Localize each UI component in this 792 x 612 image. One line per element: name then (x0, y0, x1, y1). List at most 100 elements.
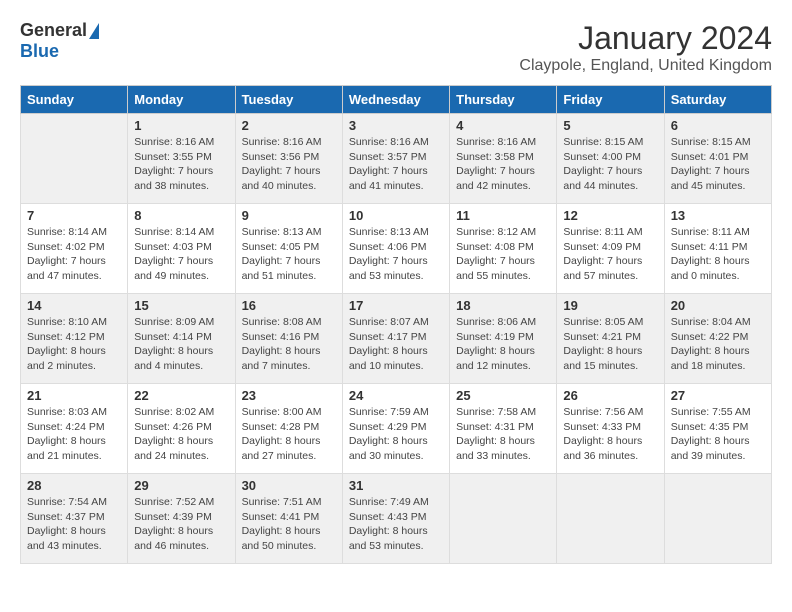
day-info: Sunrise: 8:13 AMSunset: 4:05 PMDaylight:… (242, 225, 336, 284)
calendar-cell: 16 Sunrise: 8:08 AMSunset: 4:16 PMDaylig… (235, 294, 342, 384)
calendar-cell: 11 Sunrise: 8:12 AMSunset: 4:08 PMDaylig… (450, 204, 557, 294)
calendar-cell (664, 474, 771, 564)
calendar-cell: 24 Sunrise: 7:59 AMSunset: 4:29 PMDaylig… (342, 384, 449, 474)
calendar-cell: 2 Sunrise: 8:16 AMSunset: 3:56 PMDayligh… (235, 114, 342, 204)
day-number: 25 (456, 388, 550, 403)
calendar-cell: 8 Sunrise: 8:14 AMSunset: 4:03 PMDayligh… (128, 204, 235, 294)
day-number: 10 (349, 208, 443, 223)
day-number: 14 (27, 298, 121, 313)
day-info: Sunrise: 7:58 AMSunset: 4:31 PMDaylight:… (456, 405, 550, 464)
day-info: Sunrise: 8:16 AMSunset: 3:56 PMDaylight:… (242, 135, 336, 194)
day-number: 18 (456, 298, 550, 313)
calendar-cell: 3 Sunrise: 8:16 AMSunset: 3:57 PMDayligh… (342, 114, 449, 204)
logo-icon (89, 23, 99, 39)
calendar-week-row: 1 Sunrise: 8:16 AMSunset: 3:55 PMDayligh… (21, 114, 772, 204)
day-number: 1 (134, 118, 228, 133)
day-info: Sunrise: 8:05 AMSunset: 4:21 PMDaylight:… (563, 315, 657, 374)
day-number: 20 (671, 298, 765, 313)
day-info: Sunrise: 8:14 AMSunset: 4:02 PMDaylight:… (27, 225, 121, 284)
calendar-cell: 29 Sunrise: 7:52 AMSunset: 4:39 PMDaylig… (128, 474, 235, 564)
day-number: 17 (349, 298, 443, 313)
calendar-cell: 19 Sunrise: 8:05 AMSunset: 4:21 PMDaylig… (557, 294, 664, 384)
day-info: Sunrise: 8:15 AMSunset: 4:01 PMDaylight:… (671, 135, 765, 194)
day-info: Sunrise: 7:49 AMSunset: 4:43 PMDaylight:… (349, 495, 443, 554)
day-number: 16 (242, 298, 336, 313)
day-info: Sunrise: 8:16 AMSunset: 3:55 PMDaylight:… (134, 135, 228, 194)
day-number: 24 (349, 388, 443, 403)
calendar-table: Sunday Monday Tuesday Wednesday Thursday… (20, 85, 772, 564)
day-number: 9 (242, 208, 336, 223)
calendar-cell: 25 Sunrise: 7:58 AMSunset: 4:31 PMDaylig… (450, 384, 557, 474)
day-number: 30 (242, 478, 336, 493)
calendar-cell: 4 Sunrise: 8:16 AMSunset: 3:58 PMDayligh… (450, 114, 557, 204)
day-number: 22 (134, 388, 228, 403)
calendar-cell: 1 Sunrise: 8:16 AMSunset: 3:55 PMDayligh… (128, 114, 235, 204)
day-number: 19 (563, 298, 657, 313)
calendar-cell: 7 Sunrise: 8:14 AMSunset: 4:02 PMDayligh… (21, 204, 128, 294)
calendar-cell: 20 Sunrise: 8:04 AMSunset: 4:22 PMDaylig… (664, 294, 771, 384)
day-info: Sunrise: 8:07 AMSunset: 4:17 PMDaylight:… (349, 315, 443, 374)
calendar-week-row: 14 Sunrise: 8:10 AMSunset: 4:12 PMDaylig… (21, 294, 772, 384)
header: General Blue January 2024 Claypole, Engl… (20, 20, 772, 75)
calendar-cell: 6 Sunrise: 8:15 AMSunset: 4:01 PMDayligh… (664, 114, 771, 204)
calendar-cell: 17 Sunrise: 8:07 AMSunset: 4:17 PMDaylig… (342, 294, 449, 384)
day-info: Sunrise: 8:14 AMSunset: 4:03 PMDaylight:… (134, 225, 228, 284)
calendar-cell: 21 Sunrise: 8:03 AMSunset: 4:24 PMDaylig… (21, 384, 128, 474)
day-info: Sunrise: 8:00 AMSunset: 4:28 PMDaylight:… (242, 405, 336, 464)
calendar-cell: 9 Sunrise: 8:13 AMSunset: 4:05 PMDayligh… (235, 204, 342, 294)
day-number: 7 (27, 208, 121, 223)
calendar-cell: 18 Sunrise: 8:06 AMSunset: 4:19 PMDaylig… (450, 294, 557, 384)
calendar-cell (21, 114, 128, 204)
col-monday: Monday (128, 86, 235, 114)
calendar-cell (450, 474, 557, 564)
calendar-cell: 28 Sunrise: 7:54 AMSunset: 4:37 PMDaylig… (21, 474, 128, 564)
day-number: 5 (563, 118, 657, 133)
calendar-cell: 15 Sunrise: 8:09 AMSunset: 4:14 PMDaylig… (128, 294, 235, 384)
day-info: Sunrise: 8:03 AMSunset: 4:24 PMDaylight:… (27, 405, 121, 464)
day-info: Sunrise: 7:52 AMSunset: 4:39 PMDaylight:… (134, 495, 228, 554)
day-info: Sunrise: 8:06 AMSunset: 4:19 PMDaylight:… (456, 315, 550, 374)
day-info: Sunrise: 8:12 AMSunset: 4:08 PMDaylight:… (456, 225, 550, 284)
day-number: 8 (134, 208, 228, 223)
day-info: Sunrise: 7:59 AMSunset: 4:29 PMDaylight:… (349, 405, 443, 464)
col-sunday: Sunday (21, 86, 128, 114)
calendar-cell (557, 474, 664, 564)
calendar-week-row: 7 Sunrise: 8:14 AMSunset: 4:02 PMDayligh… (21, 204, 772, 294)
day-info: Sunrise: 8:16 AMSunset: 3:58 PMDaylight:… (456, 135, 550, 194)
col-thursday: Thursday (450, 86, 557, 114)
day-number: 26 (563, 388, 657, 403)
col-wednesday: Wednesday (342, 86, 449, 114)
day-number: 3 (349, 118, 443, 133)
calendar-cell: 14 Sunrise: 8:10 AMSunset: 4:12 PMDaylig… (21, 294, 128, 384)
col-friday: Friday (557, 86, 664, 114)
day-number: 12 (563, 208, 657, 223)
day-info: Sunrise: 8:04 AMSunset: 4:22 PMDaylight:… (671, 315, 765, 374)
day-number: 23 (242, 388, 336, 403)
day-number: 31 (349, 478, 443, 493)
day-number: 28 (27, 478, 121, 493)
day-number: 4 (456, 118, 550, 133)
day-number: 13 (671, 208, 765, 223)
day-info: Sunrise: 8:15 AMSunset: 4:00 PMDaylight:… (563, 135, 657, 194)
day-number: 27 (671, 388, 765, 403)
day-info: Sunrise: 8:11 AMSunset: 4:11 PMDaylight:… (671, 225, 765, 284)
calendar-cell: 5 Sunrise: 8:15 AMSunset: 4:00 PMDayligh… (557, 114, 664, 204)
logo: General Blue (20, 20, 99, 62)
day-info: Sunrise: 7:55 AMSunset: 4:35 PMDaylight:… (671, 405, 765, 464)
calendar-cell: 23 Sunrise: 8:00 AMSunset: 4:28 PMDaylig… (235, 384, 342, 474)
calendar-cell: 27 Sunrise: 7:55 AMSunset: 4:35 PMDaylig… (664, 384, 771, 474)
header-row: Sunday Monday Tuesday Wednesday Thursday… (21, 86, 772, 114)
calendar-cell: 30 Sunrise: 7:51 AMSunset: 4:41 PMDaylig… (235, 474, 342, 564)
calendar-subtitle: Claypole, England, United Kingdom (519, 57, 772, 75)
day-info: Sunrise: 8:02 AMSunset: 4:26 PMDaylight:… (134, 405, 228, 464)
calendar-title: January 2024 (519, 20, 772, 57)
calendar-cell: 26 Sunrise: 7:56 AMSunset: 4:33 PMDaylig… (557, 384, 664, 474)
day-number: 2 (242, 118, 336, 133)
calendar-cell: 31 Sunrise: 7:49 AMSunset: 4:43 PMDaylig… (342, 474, 449, 564)
title-area: January 2024 Claypole, England, United K… (519, 20, 772, 75)
logo-blue-text: Blue (20, 41, 59, 62)
logo-general-text: General (20, 20, 87, 41)
day-info: Sunrise: 8:16 AMSunset: 3:57 PMDaylight:… (349, 135, 443, 194)
day-number: 11 (456, 208, 550, 223)
day-info: Sunrise: 8:09 AMSunset: 4:14 PMDaylight:… (134, 315, 228, 374)
